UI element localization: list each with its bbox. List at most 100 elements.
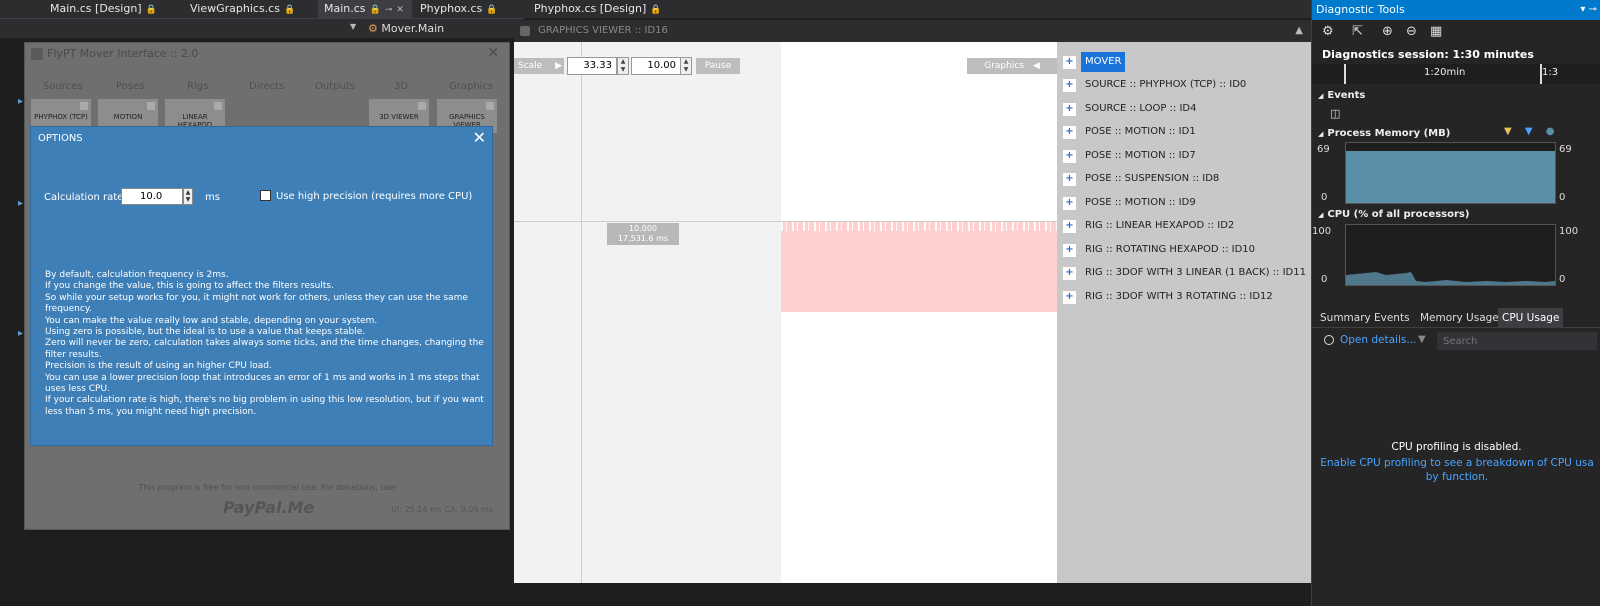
interval-stepper[interactable]: ▲ ▼ [680, 57, 692, 75]
calculation-rate-stepper[interactable]: ▲ ▼ [183, 188, 193, 205]
fold-marker-icon[interactable]: ▸ [18, 96, 23, 107]
category-rigs[interactable]: Rigs [187, 81, 208, 92]
signal-item[interactable]: + POSE :: MOTION :: ID7 [1061, 146, 1301, 166]
lock-icon: 🔒 [369, 5, 381, 15]
tab-events[interactable]: Events [1370, 308, 1414, 328]
category-poses[interactable]: Poses [116, 81, 144, 92]
signal-item[interactable]: + RIG :: ROTATING HEXAPOD :: ID10 [1061, 240, 1301, 260]
memory-section-header[interactable]: ◢ Process Memory (MB) [1318, 128, 1450, 139]
tab-summary[interactable]: Summary [1316, 308, 1375, 328]
viewer-title: GRAPHICS VIEWER :: ID16 [538, 25, 668, 36]
memory-chart[interactable] [1345, 142, 1556, 204]
expand-icon[interactable]: + [1063, 56, 1076, 69]
pin-icon[interactable]: ▾ ⊸ [1580, 0, 1597, 20]
memory-legend: ▼ ▼ ● [1504, 126, 1555, 137]
interval-input[interactable]: 10.00 [631, 57, 681, 75]
collapse-icon[interactable]: ▲ [1295, 20, 1303, 42]
high-precision-label[interactable]: Use high precision (requires more CPU) [276, 191, 472, 202]
search-input[interactable] [1437, 332, 1597, 350]
expand-icon[interactable]: + [1063, 79, 1076, 92]
category-outputs[interactable]: Outputs [315, 81, 355, 92]
export-icon[interactable]: ⇱ [1352, 24, 1363, 39]
category-3d[interactable]: 3D [394, 81, 408, 92]
timeline-ruler[interactable]: 1:20min 1:3 [1312, 64, 1600, 84]
fold-marker-icon[interactable]: ▸ [18, 328, 23, 339]
expand-icon[interactable]: + [1063, 150, 1076, 163]
module-checkbox[interactable] [214, 102, 222, 110]
expand-icon[interactable]: + [1063, 220, 1076, 233]
member-dropdown-value: Mover.Main [381, 22, 445, 35]
close-icon[interactable]: ✕ [487, 45, 499, 61]
tab-phyphox-design[interactable]: Phyphox.cs [Design] 🔒 [528, 0, 670, 18]
signal-item[interactable]: + SOURCE :: PHYPHOX (TCP) :: ID0 [1061, 75, 1301, 95]
cpu-section-header[interactable]: ◢ CPU (% of all processors) [1318, 209, 1469, 220]
filter-icon[interactable]: ▼ [1418, 334, 1426, 345]
scale-button[interactable]: Scale ▶ [514, 58, 564, 74]
signal-tree: + MOVER + SOURCE :: PHYPHOX (TCP) :: ID0 +… [1057, 42, 1311, 583]
expand-icon[interactable]: + [1063, 197, 1076, 210]
category-sources[interactable]: Sources [43, 81, 83, 92]
expand-icon[interactable]: + [1063, 244, 1076, 257]
module-checkbox[interactable] [80, 102, 88, 110]
paypal-logo[interactable]: PayPal.Me [223, 498, 314, 517]
help-line: By default, calculation frequency is 2ms… [45, 270, 229, 280]
plot-live-area[interactable] [781, 42, 1057, 583]
window-title: FlyPT Mover Interface :: 2.0 [47, 47, 199, 60]
signal-item[interactable]: + POSE :: MOTION :: ID9 [1061, 193, 1301, 213]
tab-main-design[interactable]: Main.cs [Design] 🔒 [44, 0, 165, 18]
close-icon[interactable]: ✕ [473, 128, 486, 147]
expand-icon[interactable]: + [1063, 291, 1076, 304]
events-section-header[interactable]: ◢ Events [1318, 90, 1365, 101]
member-dropdown[interactable]: ⚙ Mover.Main [368, 21, 524, 37]
pin-icon[interactable]: ⊸ [385, 5, 393, 15]
open-details-link[interactable]: Open details... [1340, 334, 1416, 346]
reset-zoom-icon[interactable]: ▦ [1430, 24, 1442, 39]
signal-item[interactable]: + POSE :: MOTION :: ID1 [1061, 122, 1301, 142]
signal-item-mover[interactable]: + MOVER [1061, 52, 1301, 72]
cpu-chart[interactable] [1345, 224, 1556, 286]
signal-item[interactable]: + POSE :: SUSPENSION :: ID8 [1061, 169, 1301, 189]
signal-item[interactable]: + SOURCE :: LOOP :: ID4 [1061, 99, 1301, 119]
module-checkbox[interactable] [418, 102, 426, 110]
module-checkbox[interactable] [486, 102, 494, 110]
signal-item[interactable]: + RIG :: 3DOF WITH 3 ROTATING :: ID12 [1061, 287, 1301, 307]
scale-stepper[interactable]: ▲ ▼ [617, 57, 629, 75]
tab-phyphox[interactable]: Phyphox.cs 🔒 [414, 0, 505, 18]
zoom-in-icon[interactable]: ⊕ [1382, 24, 1393, 39]
tab-memory-usage[interactable]: Memory Usage [1416, 308, 1503, 328]
calculation-rate-input[interactable]: 10.0 [121, 188, 183, 205]
expand-icon[interactable]: + [1063, 267, 1076, 280]
section-title: CPU (% of all processors) [1327, 209, 1470, 220]
expand-icon[interactable]: + [1063, 103, 1076, 116]
high-precision-checkbox[interactable] [260, 190, 271, 201]
pause-button[interactable]: Pause [696, 58, 740, 74]
tab-label: Main.cs [324, 2, 366, 15]
module-checkbox[interactable] [147, 102, 155, 110]
tab-cpu-usage[interactable]: CPU Usage [1498, 308, 1564, 328]
category-directs[interactable]: Directs [249, 81, 284, 92]
scale-input[interactable]: 33.33 [567, 57, 617, 75]
cpu-usage-area [1346, 272, 1555, 285]
graphics-toggle-button[interactable]: Graphics ◀ [967, 58, 1057, 74]
expand-icon[interactable]: + [1063, 173, 1076, 186]
memory-axis-min-right: 0 [1559, 192, 1566, 203]
tab-main-cs[interactable]: Main.cs 🔒 ⊸ ✕ [318, 0, 412, 18]
record-icon[interactable] [1324, 335, 1334, 345]
plot-history-area[interactable] [514, 42, 781, 583]
snapshot-marker-icon: ▼ [1504, 126, 1512, 137]
plot-signal-ticks [781, 222, 1057, 231]
timeline-label: 1:20min [1424, 67, 1466, 78]
expand-icon[interactable]: + [1063, 126, 1076, 139]
tab-viewgraphics[interactable]: ViewGraphics.cs 🔒 [184, 0, 303, 18]
signal-item[interactable]: + RIG :: 3DOF WITH 3 LINEAR (1 BACK) :: I… [1061, 263, 1306, 283]
chevron-down-icon[interactable]: ▼ [350, 22, 356, 31]
zoom-out-icon[interactable]: ⊖ [1406, 24, 1417, 39]
gear-icon[interactable]: ⚙ [1322, 24, 1334, 39]
signal-item[interactable]: + RIG :: LINEAR HEXAPOD :: ID2 [1061, 216, 1301, 236]
close-icon[interactable]: ✕ [396, 5, 404, 15]
category-graphics[interactable]: Graphics [449, 81, 493, 92]
memory-axis-max: 69 [1317, 144, 1330, 155]
enable-cpu-profiling-link[interactable]: Enable CPU profiling to see a breakdown … [1316, 456, 1598, 484]
fold-marker-icon[interactable]: ▸ [18, 198, 23, 209]
graphics-label: Graphics [984, 61, 1024, 71]
